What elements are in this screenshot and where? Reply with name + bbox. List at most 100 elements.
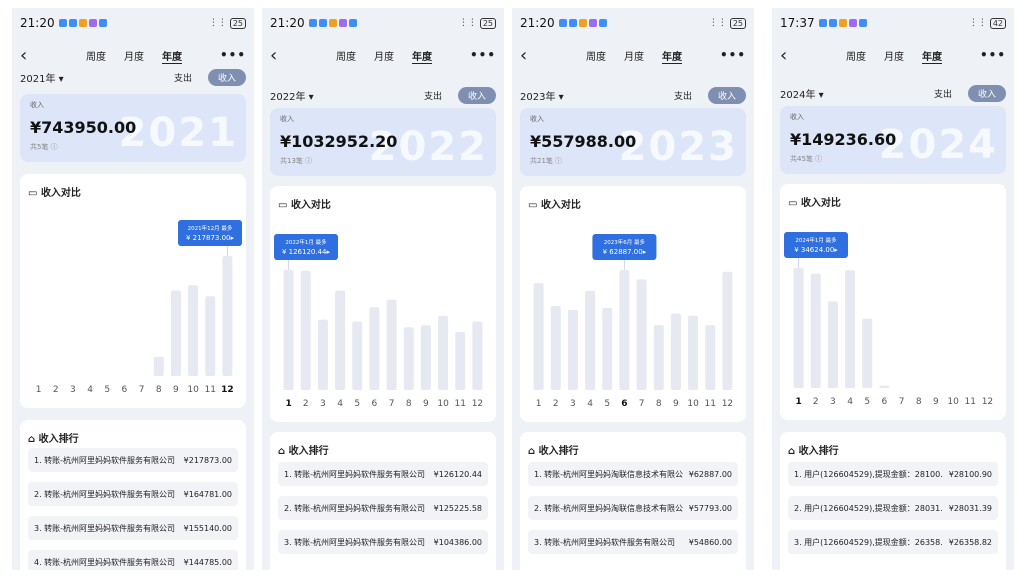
notification-icon [318,19,327,27]
expense-toggle[interactable]: 支出 [664,87,702,104]
tab-year[interactable]: 年度 [662,48,682,63]
ranking-item-name: 1. 转账-杭州阿里妈妈淘联信息技术有限公... [534,469,683,479]
more-dots-icon[interactable]: ••• [220,48,246,62]
tab-year[interactable]: 年度 [162,48,182,63]
ranking-item[interactable]: 3. 用户(126604529),提现金额：26358.82-... ¥26358… [788,530,998,554]
bar-month-3 [827,301,838,388]
ranking-item[interactable]: 3. 转账-杭州阿里妈妈软件服务有限公司 ¥54860.00 [528,530,738,554]
signal-icon: ⋮⋮ [208,18,227,28]
ranking-item-name: 4. 转账-杭州阿里妈妈软件服务有限公司 [34,557,176,567]
tab-week[interactable]: 周度 [586,48,606,63]
x-tick-label: 3 [570,399,576,409]
ranking-item[interactable]: 2. 转账-杭州阿里妈妈软件服务有限公司 ¥125225.58 [278,496,488,520]
ranking-item[interactable]: 2. 转账-杭州阿里妈妈软件服务有限公司 ¥164781.00 [28,482,238,506]
signal-icon: ⋮⋮ [968,18,987,28]
bar-month-10 [188,285,199,376]
income-summary-card: 2024 收入 ¥149236.60 共45笔 ⓘ [780,106,1006,174]
expense-toggle[interactable]: 支出 [414,87,452,104]
more-dots-icon[interactable]: ••• [720,48,746,62]
tab-week[interactable]: 周度 [846,48,866,63]
bank-icon: ⌂ [278,446,289,457]
x-tick-label: 12 [221,385,234,395]
back-arrow-icon[interactable]: ‹ [520,45,538,66]
bar-month-3 [317,319,328,390]
income-toggle[interactable]: 收入 [207,68,246,86]
income-comparison-card: ▭ 收入对比 1 2 3 4 5 6 7 8 9 10 11 12 2022年1月 最多 ¥ 126120.… [270,186,496,422]
ranking-item[interactable]: 3. 转账-杭州阿里妈妈软件服务有限公司 ¥155140.00 [28,516,238,540]
ranking-item[interactable]: 4. 转账-杭州阿里妈妈软件服务有限公司 ¥144785.00 [28,550,238,570]
x-tick-label: 5 [104,385,110,395]
year-selector[interactable]: 2024年 ▾ [780,86,824,101]
income-bar-chart: 1 2 3 4 5 6 7 8 9 10 11 122023年6月 最多¥ 62887.00▸ [533,234,733,409]
x-tick-label: 4 [587,399,593,409]
max-tooltip [274,234,338,260]
ranking-item-amount: ¥26358.82 [948,537,992,547]
notification-icon [568,19,577,27]
bank-icon: ⌂ [528,446,539,457]
x-tick-label: 12 [982,397,993,407]
bar-month-2 [810,273,821,388]
x-tick-label: 4 [847,397,853,407]
period-tabs: 周度 月度 年度 [86,48,182,63]
notification-icon [68,19,77,27]
expense-toggle[interactable]: 支出 [924,85,962,102]
year-row: 2021年 ▾ 支出 收入 [20,68,246,86]
x-tick-label: 5 [354,399,360,409]
back-arrow-icon[interactable]: ‹ [20,45,38,66]
x-tick-label: 3 [320,399,326,409]
year-selector[interactable]: 2021年 ▾ [20,70,64,85]
back-arrow-icon[interactable]: ‹ [270,45,288,66]
bar-month-6 [879,385,890,388]
tab-month[interactable]: 月度 [374,48,394,63]
ranking-title: ⌂ 收入排行 [528,442,579,457]
x-tick-label: 6 [122,385,128,395]
total-amount: ¥557988.00 [530,132,637,151]
tab-week[interactable]: 周度 [336,48,356,63]
notification-icon [838,19,847,27]
period-tabs: 周度 月度 年度 [586,48,682,63]
more-dots-icon[interactable]: ••• [980,48,1006,62]
bar-month-3 [567,309,578,390]
battery-icon: 25 [479,17,496,29]
ranking-item[interactable]: 1. 转账-杭州阿里妈妈淘联信息技术有限公... ¥62887.00 [528,462,738,486]
year-selector[interactable]: 2022年 ▾ [270,88,314,103]
income-summary-card: 2022 收入 ¥1032952.20 共13笔 ⓘ [270,108,496,176]
x-tick-label: 11 [205,385,216,395]
expense-toggle[interactable]: 支出 [164,69,202,86]
background-year: 2023 [618,124,738,170]
tooltip-title: 2022年1月 最多 [285,238,327,246]
ranking-item[interactable]: 1. 转账-杭州阿里妈妈软件服务有限公司 ¥126120.44 [278,462,488,486]
ranking-item[interactable]: 3. 转账-杭州阿里妈妈软件服务有限公司 ¥104386.00 [278,530,488,554]
back-arrow-icon[interactable]: ‹ [780,45,798,66]
bar-month-11 [705,325,716,390]
notification-icon [308,19,317,27]
x-tick-label: 12 [472,399,483,409]
income-toggle[interactable]: 收入 [967,84,1006,102]
more-dots-icon[interactable]: ••• [470,48,496,62]
ranking-title-text: 收入排行 [798,446,839,457]
income-ranking-card: ⌂ 收入排行 1. 用户(126604529),提现金额：28100.90-...… [780,432,1006,570]
ranking-item[interactable]: 1. 用户(126604529),提现金额：28100.90-... ¥28100… [788,462,998,486]
income-comparison-card: ▭ 收入对比 1 2 3 4 5 6 7 8 9 10 11 12 2021年12月 最多 ¥ 217873… [20,174,246,408]
income-toggle[interactable]: 收入 [457,86,496,104]
year-selector[interactable]: 2023年 ▾ [520,88,564,103]
bank-icon: ⌂ [28,434,39,445]
tab-year[interactable]: 年度 [922,48,942,63]
notification-icon [328,19,337,27]
ranking-item-amount: ¥54860.00 [688,537,732,547]
ranking-item[interactable]: 2. 转账-杭州阿里妈妈淘联信息技术有限公... ¥57793.00 [528,496,738,520]
status-bar: 21:20 ⋮⋮ 25 [262,8,504,38]
summary-label: 收入 [530,115,544,123]
notification-icon [78,19,87,27]
max-tooltip [784,232,848,258]
tab-year[interactable]: 年度 [412,48,432,63]
tab-month[interactable]: 月度 [884,48,904,63]
income-toggle[interactable]: 收入 [707,86,746,104]
ranking-item[interactable]: 2. 用户(126604529),提现金额：28031.39-... ¥28031… [788,496,998,520]
bar-month-8 [653,325,664,390]
ranking-item[interactable]: 1. 转账-杭州阿里妈妈软件服务有限公司 ¥217873.00 [28,448,238,472]
bar-month-4 [845,270,856,388]
tab-month[interactable]: 月度 [624,48,644,63]
tab-week[interactable]: 周度 [86,48,106,63]
tab-month[interactable]: 月度 [124,48,144,63]
